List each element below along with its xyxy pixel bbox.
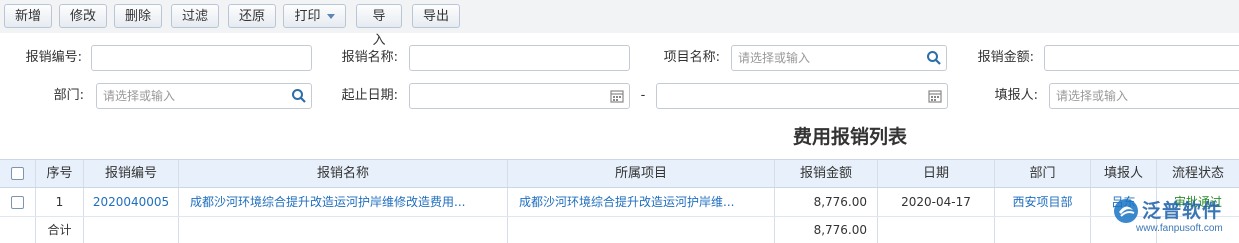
restore-button[interactable]: 还原 (228, 4, 276, 28)
row-project-link[interactable]: 成都沙河环境综合提升改造运河护岸维... (508, 188, 775, 216)
project-label: 项目名称: (663, 50, 720, 65)
watermark-brand: 泛普软件 (1142, 200, 1223, 222)
amount-label: 报销金额: (977, 50, 1034, 65)
claim-no-label: 报销编号: (25, 50, 82, 65)
add-button[interactable]: 新增 (4, 4, 52, 28)
table-row[interactable]: 1 2020040005 成都沙河环境综合提升改造运河护岸维修改造费用... 成… (0, 188, 1239, 217)
col-date[interactable]: 日期 (878, 160, 995, 187)
total-row: 合计 8,776.00 (0, 217, 1239, 243)
col-project[interactable]: 所属项目 (508, 160, 775, 187)
dept-placeholder: 请选择或输入 (103, 89, 176, 103)
total-blank-cell (0, 217, 36, 243)
row-dept-link[interactable]: 西安项目部 (995, 188, 1091, 216)
project-placeholder: 请选择或输入 (738, 51, 811, 65)
total-label: 合计 (36, 217, 84, 243)
col-status[interactable]: 流程状态 (1157, 160, 1239, 187)
total-blank-cell (878, 217, 995, 243)
row-checkbox[interactable] (11, 196, 24, 209)
select-all-checkbox[interactable] (11, 167, 24, 180)
export-button[interactable]: 导出 (412, 4, 460, 28)
total-amount: 8,776.00 (775, 217, 878, 243)
print-label: 打印 (294, 9, 321, 24)
total-blank-cell (508, 217, 775, 243)
filler-placeholder: 请选择或输入 (1056, 89, 1129, 103)
total-blank-cell (179, 217, 508, 243)
claim-name-input[interactable] (409, 45, 630, 71)
col-claim-no[interactable]: 报销编号 (84, 160, 179, 187)
search-icon[interactable] (291, 88, 307, 104)
row-claim-name-link[interactable]: 成都沙河环境综合提升改造运河护岸维修改造费用... (179, 188, 508, 216)
filler-input[interactable]: 请选择或输入 (1049, 83, 1239, 109)
import-button[interactable]: 导入 (356, 4, 402, 48)
delete-button[interactable]: 删除 (114, 4, 162, 28)
claim-no-input[interactable] (91, 45, 312, 71)
row-select-cell (0, 188, 36, 216)
dept-input[interactable]: 请选择或输入 (96, 83, 312, 109)
amount-input[interactable] (1044, 45, 1239, 71)
claim-name-label: 报销名称: (341, 50, 398, 65)
project-input[interactable]: 请选择或输入 (731, 45, 947, 71)
watermark-url: www.fanpusoft.com (1136, 223, 1223, 234)
col-filler[interactable]: 填报人 (1091, 160, 1157, 187)
col-amount[interactable]: 报销金额 (775, 160, 878, 187)
end-date-input[interactable] (656, 83, 948, 109)
col-index[interactable]: 序号 (36, 160, 84, 187)
grid-header: 序号 报销编号 报销名称 所属项目 报销金额 日期 部门 填报人 流程状态 (0, 159, 1239, 188)
calendar-icon[interactable] (609, 88, 625, 104)
row-index: 1 (36, 188, 84, 216)
print-button[interactable]: 打印 (283, 4, 346, 28)
toolbar: 新增 修改 删除 过滤 还原 打印 导入 导出 (0, 0, 1239, 48)
search-icon[interactable] (926, 50, 942, 66)
col-dept[interactable]: 部门 (995, 160, 1091, 187)
row-claim-no-link[interactable]: 2020040005 (84, 188, 179, 216)
col-claim-name[interactable]: 报销名称 (179, 160, 508, 187)
select-all-cell (0, 160, 36, 187)
date-label: 起止日期: (341, 88, 398, 103)
start-date-input[interactable] (409, 83, 630, 109)
total-blank-cell (995, 217, 1091, 243)
dropdown-caret-icon (326, 14, 335, 19)
total-blank-cell (84, 217, 179, 243)
date-range-separator: - (640, 88, 646, 103)
dept-label: 部门: (53, 88, 84, 103)
watermark-logo: 泛普软件 www.fanpusoft.com (1106, 193, 1239, 243)
page-title: 费用报销列表 (792, 126, 907, 148)
brand-logo-icon (1114, 199, 1138, 223)
row-amount: 8,776.00 (775, 188, 878, 216)
edit-button[interactable]: 修改 (59, 4, 107, 28)
row-date: 2020-04-17 (878, 188, 995, 216)
filter-button[interactable]: 过滤 (171, 4, 219, 28)
filler-label: 填报人: (994, 88, 1038, 103)
calendar-icon[interactable] (927, 88, 943, 104)
